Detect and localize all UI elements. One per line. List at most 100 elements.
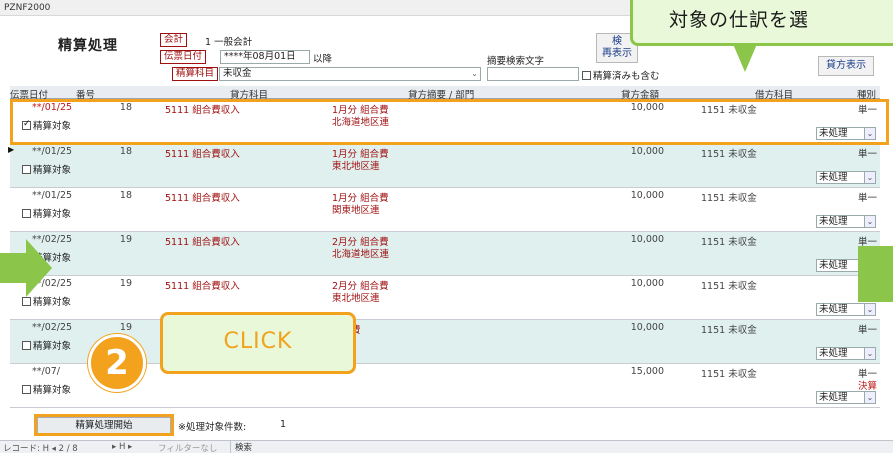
instruction-callout: 対象の仕訳を選 — [630, 0, 893, 46]
nav-buttons[interactable]: ▸ H ▸ — [112, 442, 132, 452]
chevron-down-icon[interactable]: ⌄ — [864, 128, 875, 139]
record-debit-account: 1151 未収金 — [701, 369, 757, 380]
settle-target-label: 精算対象 — [33, 341, 72, 352]
record-credit-account: 5111 組合費収入 — [165, 237, 240, 248]
table-row[interactable]: **/02/25 19 5111 組合費収入 2月分 組合費 東北地区連 10,000 11… — [10, 276, 880, 320]
chevron-down-icon[interactable]: ⌄ — [864, 172, 875, 183]
chevron-down-icon[interactable]: ⌄ — [864, 304, 875, 315]
record-debit-account: 1151 未収金 — [701, 149, 757, 160]
settle-target-label: 精算対象 — [33, 297, 72, 308]
status-value: 未処理 — [819, 260, 848, 271]
account-select[interactable]: 未収金 ⌄ — [219, 67, 481, 81]
col-number: 番号 — [76, 90, 96, 101]
step-number-badge: 2 — [88, 334, 146, 392]
nav-search-input[interactable]: 検索 — [230, 441, 290, 453]
checkbox-icon[interactable] — [22, 165, 31, 174]
settle-target-checkbox[interactable]: 精算対象 — [22, 118, 71, 132]
target-count-value: 1 — [280, 419, 287, 430]
include-settled-checkbox[interactable]: 精算済みも含む — [582, 68, 660, 82]
col-date: 伝票日付 — [10, 90, 49, 101]
record-number: 18 — [119, 190, 132, 201]
date-field[interactable]: ****年08月01日 — [220, 50, 310, 64]
settle-target-label: 精算対象 — [33, 385, 72, 396]
checkbox-icon[interactable] — [22, 119, 31, 130]
record-department: 東北地区連 — [332, 161, 380, 172]
record-department: 北海道地区連 — [332, 117, 390, 128]
record-amount: 10,000 — [630, 322, 664, 333]
instruction-text: 対象の仕訳を選 — [669, 9, 810, 31]
chevron-down-icon[interactable]: ⌄ — [864, 348, 875, 359]
status-value: 未処理 — [819, 216, 848, 227]
status-select[interactable]: 未処理 ⌄ — [816, 303, 876, 316]
credit-display-button[interactable]: 貸方表示 — [818, 56, 874, 76]
col-kind: 種別 — [857, 90, 877, 101]
checkbox-icon[interactable] — [22, 209, 31, 218]
click-callout: CLICK — [160, 312, 356, 374]
account-value: 未収金 — [223, 68, 252, 79]
record-debit-account: 1151 未収金 — [701, 325, 757, 336]
kaikei-value[interactable]: 1 一般会計 — [205, 34, 252, 48]
status-select[interactable]: 未処理 ⌄ — [816, 347, 876, 360]
record-date: **/01/25 — [32, 146, 73, 157]
record-number: 19 — [119, 234, 132, 245]
chevron-down-icon[interactable]: ⌄ — [864, 216, 875, 227]
col-credit-summary: 貸方摘要 / 部門 — [408, 90, 475, 101]
record-number: 19 — [119, 322, 132, 333]
record-debit-account: 1151 未収金 — [701, 105, 757, 116]
record-credit-account: 5111 組合費収入 — [165, 105, 240, 116]
settle-target-checkbox[interactable]: 精算対象 — [22, 382, 71, 396]
record-position[interactable]: レコード: H ◂ 2 / 8 — [3, 442, 78, 453]
table-row[interactable]: **/01/25 18 5111 組合費収入 1月分 組合費 北海道地区連 10,000 1… — [10, 100, 880, 144]
status-select[interactable]: 未処理 ⌄ — [816, 171, 876, 184]
arrow-right-icon — [0, 239, 52, 297]
record-amount: 10,000 — [630, 190, 664, 201]
settle-target-checkbox[interactable]: 精算対象 — [22, 206, 71, 220]
status-value: 未処理 — [819, 304, 848, 315]
record-selector-icon[interactable]: ▶ — [8, 145, 14, 154]
record-kind-extra: 決算 — [858, 381, 878, 392]
chevron-down-icon[interactable]: ⌄ — [864, 392, 875, 403]
date-suffix: 以降 — [313, 54, 333, 65]
record-amount: 10,000 — [630, 234, 664, 245]
table-row[interactable]: **/02/25 19 5111 組合費収入 2月分 組合費 北海道地区連 10,000 1… — [10, 232, 880, 276]
col-credit-amount: 貸方金額 — [621, 90, 660, 101]
callout-pointer-icon — [733, 44, 757, 72]
record-number: 18 — [119, 146, 132, 157]
record-credit-account: 5111 組合費収入 — [165, 193, 240, 204]
record-debit-account: 1151 未収金 — [701, 281, 757, 292]
chevron-down-icon[interactable]: ⌄ — [471, 68, 478, 80]
record-department: 北海道地区連 — [332, 249, 390, 260]
summary-search-input[interactable] — [487, 67, 579, 81]
checkbox-icon[interactable] — [22, 297, 31, 306]
account-label: 精算科目 — [172, 67, 219, 81]
status-select[interactable]: 未処理 ⌄ — [816, 127, 876, 140]
col-debit-account: 借方科目 — [755, 90, 794, 101]
record-amount: 15,000 — [630, 366, 664, 377]
record-navigator: レコード: H ◂ 2 / 8 ▸ H ▸ フィルターなし 検索 — [0, 440, 893, 453]
include-settled-label: 精算済みも含む — [593, 71, 660, 82]
status-value: 未処理 — [819, 172, 848, 183]
filter-status[interactable]: フィルターなし — [158, 442, 217, 453]
settle-target-label: 精算対象 — [33, 209, 72, 220]
settle-target-checkbox[interactable]: 精算対象 — [22, 338, 71, 352]
record-amount: 10,000 — [630, 146, 664, 157]
checkbox-icon[interactable] — [22, 341, 31, 350]
form-title: 精算処理 — [58, 38, 118, 54]
record-kind: 単一 — [858, 193, 878, 204]
record-date: **/07/ — [32, 366, 60, 377]
status-select[interactable]: 未処理 ⌄ — [816, 215, 876, 228]
record-number: 19 — [119, 278, 132, 289]
record-debit-account: 1151 未収金 — [701, 193, 757, 204]
arrow-bar-icon — [858, 246, 893, 302]
record-number: 18 — [119, 102, 132, 113]
record-date: **/02/25 — [32, 322, 73, 333]
start-settlement-button[interactable]: 精算処理開始 — [37, 417, 171, 434]
checkbox-icon[interactable] — [582, 71, 591, 80]
table-row[interactable]: **/01/25 18 5111 組合費収入 1月分 組合費 関東地区連 10,000 11… — [10, 188, 880, 232]
status-select[interactable]: 未処理 ⌄ — [816, 391, 876, 404]
checkbox-icon[interactable] — [22, 385, 31, 394]
col-credit-account: 貸方科目 — [230, 90, 269, 101]
settle-target-checkbox[interactable]: 精算対象 — [22, 162, 71, 176]
table-row[interactable]: **/01/25 18 5111 組合費収入 1月分 組合費 東北地区連 10,000 11… — [8, 144, 880, 188]
date-label: 伝票日付 — [160, 50, 207, 64]
